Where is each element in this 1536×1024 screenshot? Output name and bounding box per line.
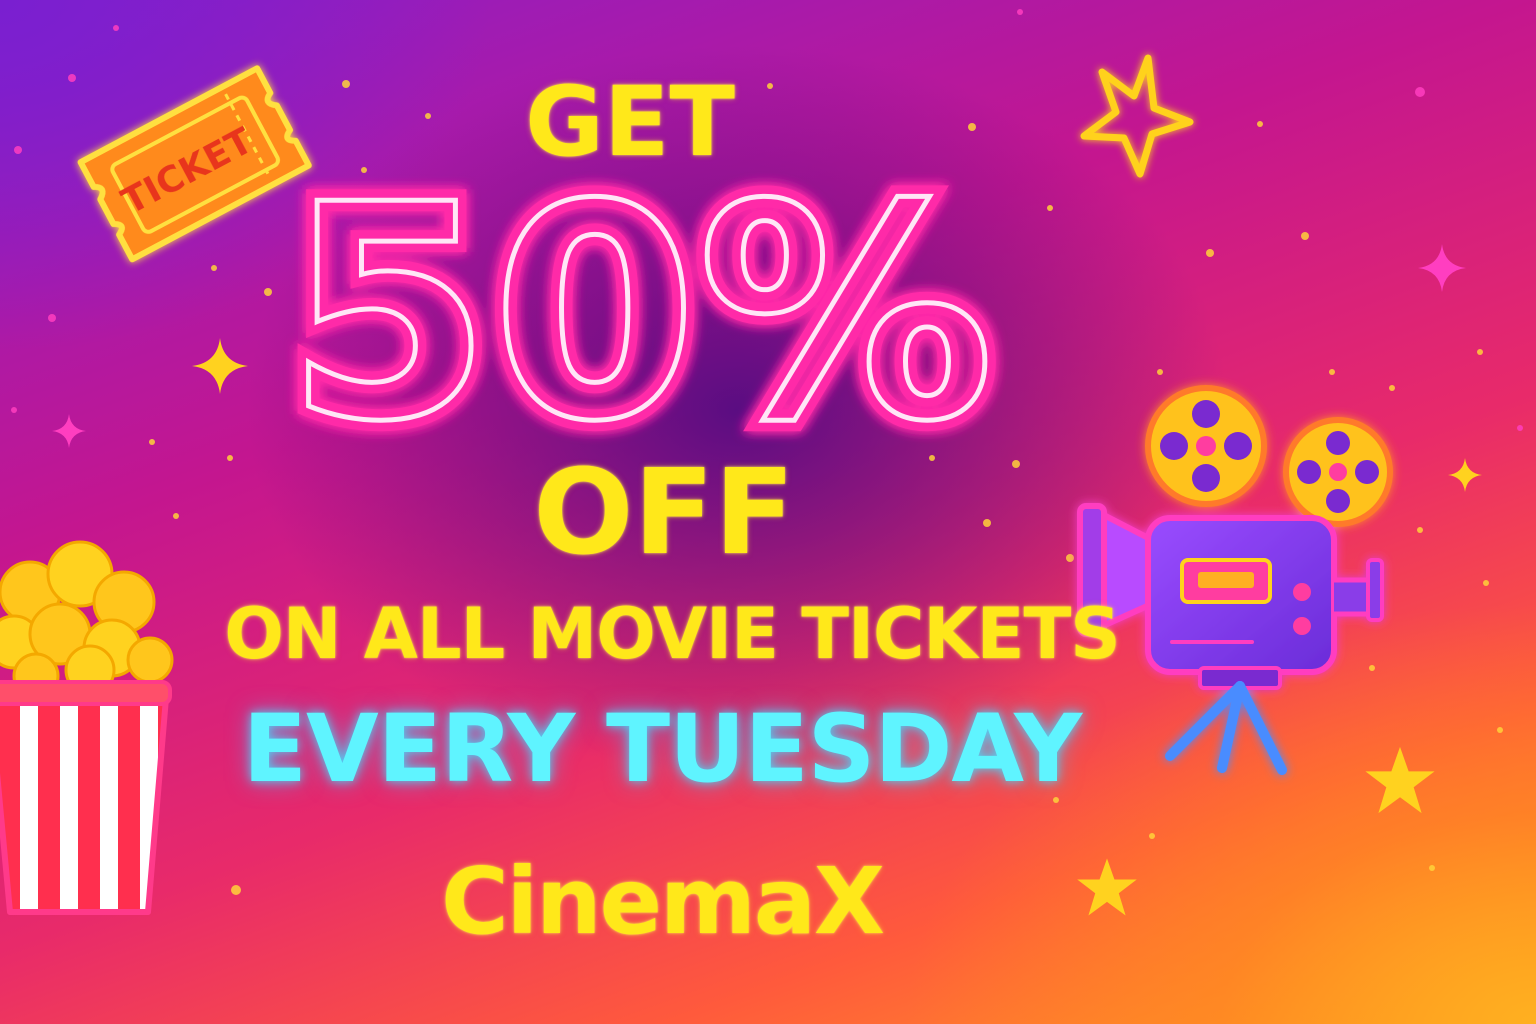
- discount-percent: 50% 50%: [275, 130, 1006, 497]
- promo-banner: TICKET GET 50% 50% OFF ON ALL MOVIE TICK…: [0, 0, 1536, 1024]
- headline-off: OFF: [533, 443, 795, 581]
- headline-day: EVERY TUESDAY: [242, 695, 1082, 804]
- discount-outline-core: 50%: [286, 141, 995, 486]
- sparkle-icon: [1448, 458, 1482, 492]
- sparkle-icon: [1418, 244, 1466, 292]
- sparkle-icon: [52, 414, 86, 448]
- sparkle-icon: [192, 338, 248, 394]
- brand-name: CinemaX: [441, 848, 885, 955]
- headline-subtitle: ON ALL MOVIE TICKETS: [224, 593, 1120, 675]
